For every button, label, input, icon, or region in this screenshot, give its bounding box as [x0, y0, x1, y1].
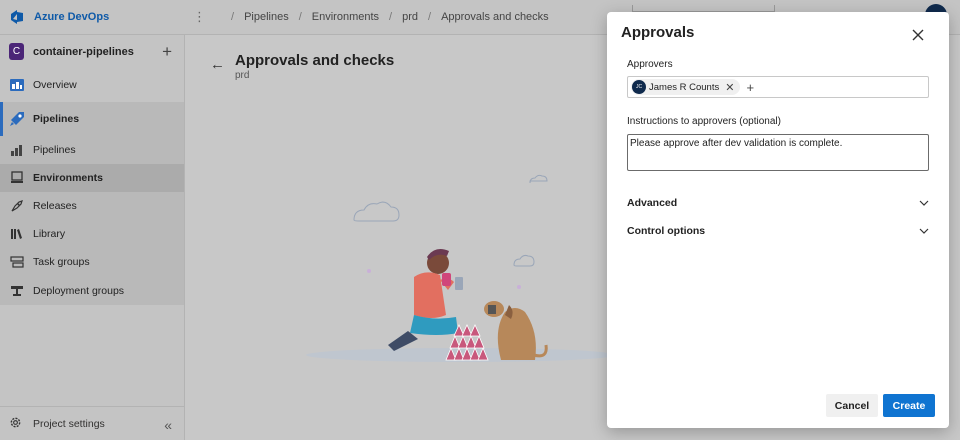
task-groups-icon	[9, 254, 25, 270]
approver-avatar: JC	[632, 80, 646, 94]
pipelines-icon	[9, 111, 25, 127]
brand[interactable]: Azure DevOps	[0, 9, 185, 25]
instructions-field[interactable]: Please approve after dev validation is c…	[627, 134, 929, 171]
library-icon	[9, 226, 25, 242]
gear-icon	[9, 416, 25, 432]
control-options-label: Control options	[627, 225, 706, 237]
breadcrumb-approvals[interactable]: Approvals and checks	[441, 11, 549, 23]
breadcrumb-prd[interactable]: prd	[402, 11, 418, 23]
add-approver-icon[interactable]: +	[746, 81, 754, 94]
approvers-label: Approvers	[627, 59, 673, 70]
sidebar: C container-pipelines + Overview Pipelin…	[0, 35, 185, 440]
deployment-groups-icon	[9, 283, 25, 299]
advanced-label: Advanced	[627, 197, 678, 209]
releases-icon	[9, 198, 25, 214]
azure-devops-logo-icon	[11, 10, 23, 24]
sidebar-item-label: Library	[33, 228, 66, 240]
instructions-label: Instructions to approvers (optional)	[627, 116, 781, 127]
sidebar-item-environments[interactable]: Environments	[0, 164, 184, 192]
breadcrumb-pipelines[interactable]: Pipelines	[244, 11, 289, 23]
dialog-title: Approvals	[621, 24, 695, 41]
sidebar-item-overview[interactable]: Overview	[0, 68, 184, 102]
chevron-down-icon	[919, 228, 929, 234]
sidebar-item-label: Environments	[33, 172, 104, 184]
sidebar-item-task-groups[interactable]: Task groups	[0, 248, 184, 276]
pipelines-sub-icon	[9, 142, 25, 158]
approvers-picker[interactable]: JC James R Counts ✕ +	[627, 76, 929, 98]
environments-icon	[9, 170, 25, 186]
project-header[interactable]: C container-pipelines +	[0, 35, 184, 68]
sidebar-item-library[interactable]: Library	[0, 220, 184, 248]
page-title: Approvals and checks	[235, 52, 395, 69]
remove-approver-icon[interactable]: ✕	[725, 81, 734, 94]
sidebar-item-label: Pipelines	[33, 144, 76, 156]
create-button[interactable]: Create	[883, 394, 935, 417]
collapse-sidebar-icon[interactable]: «	[164, 417, 172, 433]
back-arrow-icon[interactable]: ←	[210, 56, 225, 73]
app-name: Azure DevOps	[34, 11, 110, 23]
sidebar-item-label: Task groups	[33, 256, 90, 268]
sidebar-item-pipelines[interactable]: Pipelines	[0, 136, 184, 164]
project-settings-label: Project settings	[33, 417, 105, 430]
approvals-dialog: Approvals Approvers JC James R Counts ✕ …	[607, 12, 949, 428]
sidebar-item-label: Overview	[33, 79, 77, 91]
overview-icon	[9, 77, 25, 93]
project-settings[interactable]: Project settings «	[0, 406, 184, 440]
close-icon[interactable]	[911, 28, 925, 42]
project-badge: C	[9, 43, 24, 60]
breadcrumb-environments[interactable]: Environments	[312, 11, 379, 23]
cancel-button[interactable]: Cancel	[826, 394, 878, 417]
approver-name: James R Counts	[649, 81, 720, 93]
add-icon[interactable]: +	[162, 43, 172, 60]
sidebar-item-label: Deployment groups	[33, 284, 125, 297]
search-box[interactable]	[632, 5, 775, 12]
sidebar-item-deployment-groups[interactable]: Deployment groups	[0, 276, 184, 305]
approver-pill: JC James R Counts ✕	[631, 79, 741, 95]
sidebar-item-releases[interactable]: Releases	[0, 192, 184, 220]
page-subtitle: prd	[235, 70, 250, 81]
more-icon[interactable]: ⋮	[193, 9, 207, 25]
sidebar-item-label: Releases	[33, 200, 77, 212]
project-name: container-pipelines	[33, 45, 134, 58]
breadcrumb: ⋮ / Pipelines / Environments / prd / App…	[193, 9, 549, 25]
pipelines-section: Pipelines Pipelines Environments Release…	[0, 102, 184, 305]
sidebar-item-label: Pipelines	[33, 113, 80, 125]
sidebar-item-pipelines-hub[interactable]: Pipelines	[0, 102, 184, 136]
advanced-section[interactable]: Advanced	[627, 194, 929, 212]
empty-state-illustration	[306, 174, 616, 362]
chevron-down-icon	[919, 200, 929, 206]
control-options-section[interactable]: Control options	[627, 222, 929, 240]
